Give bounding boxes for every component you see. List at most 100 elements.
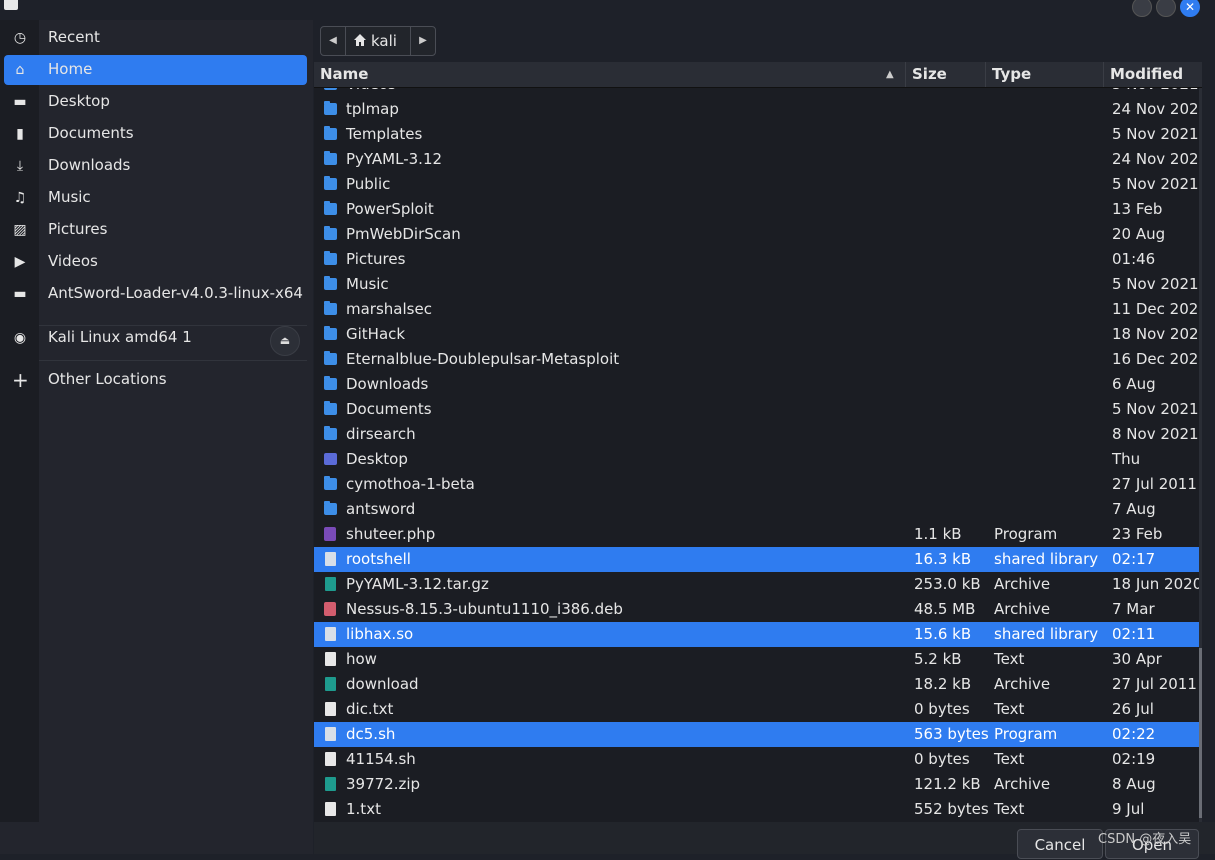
file-row[interactable]: cymothoa-1-beta 27 Jul 2011	[314, 472, 1202, 497]
file-modified: 02:11	[1112, 625, 1156, 643]
sidebar-item-label: Recent	[48, 28, 100, 46]
file-row[interactable]: 41154.sh 0 bytes Text 02:19	[314, 747, 1202, 772]
file-row[interactable]: tplmap 24 Nov 2021	[314, 97, 1202, 122]
file-row[interactable]: antsword 7 Aug	[314, 497, 1202, 522]
file-row[interactable]: GitHack 18 Nov 2021	[314, 322, 1202, 347]
path-forward-button[interactable]: ▶	[410, 27, 435, 55]
video-icon: ▶	[14, 254, 26, 270]
file-modified: 5 Nov 2021	[1112, 175, 1199, 193]
file-row[interactable]: Nessus-8.15.3-ubuntu1110_i386.deb 48.5 MB…	[314, 597, 1202, 622]
sidebar-item-recent[interactable]: ◷ Recent	[4, 23, 307, 53]
path-home-button[interactable]: kali	[347, 27, 403, 55]
file-modified: 30 Apr	[1112, 650, 1162, 668]
library-file-icon	[325, 727, 336, 741]
file-modified: 5 Nov 2021	[1112, 125, 1199, 143]
sidebar-device-kali-linux-amd64-1[interactable]: ◉ Kali Linux amd64 1	[4, 323, 307, 353]
file-row[interactable]: marshalsec 11 Dec 2021	[314, 297, 1202, 322]
file-modified: 8 Aug	[1112, 775, 1156, 793]
sidebar-item-label: Videos	[48, 252, 98, 270]
file-row[interactable]: Eternalblue-Doublepulsar-Metasploit 16 De…	[314, 347, 1202, 372]
file-row[interactable]: Documents 5 Nov 2021	[314, 397, 1202, 422]
file-row[interactable]: dc5.sh 563 bytes Program 02:22	[314, 722, 1202, 747]
column-type[interactable]: Type	[986, 62, 1104, 87]
file-row[interactable]: 39772.zip 121.2 kB Archive 8 Aug	[314, 772, 1202, 797]
file-row[interactable]: how 5.2 kB Text 30 Apr	[314, 647, 1202, 672]
file-row[interactable]: libhax.so 15.6 kB shared library 02:11	[314, 622, 1202, 647]
file-row[interactable]: dirsearch 8 Nov 2021	[314, 422, 1202, 447]
close-icon: ✕	[1184, 0, 1196, 14]
file-type: Archive	[994, 675, 1051, 693]
file-name: Eternalblue-Doublepulsar-Metasploit	[346, 350, 620, 368]
sidebar-item-other-locations[interactable]: + Other Locations	[4, 365, 307, 395]
sidebar-item-downloads[interactable]: ⤓ Downloads	[4, 151, 307, 181]
file-row[interactable]: Pictures 01:46	[314, 247, 1202, 272]
sidebar-item-label: Pictures	[48, 220, 108, 238]
sidebar-item-pictures[interactable]: ▨ Pictures	[4, 215, 307, 245]
file-size: 15.6 kB	[914, 625, 972, 643]
file-row[interactable]: PmWebDirScan 20 Aug	[314, 222, 1202, 247]
eject-button[interactable]: ⏏	[270, 326, 300, 356]
column-size[interactable]: Size	[906, 62, 986, 87]
sidebar-item-home[interactable]: ⌂ Home	[4, 55, 307, 85]
file-name: dic.txt	[346, 700, 394, 718]
folder-icon	[324, 226, 337, 240]
file-type: Program	[994, 525, 1058, 543]
scrollbar[interactable]	[1199, 88, 1202, 822]
file-type: Text	[994, 800, 1025, 818]
file-size: 563 bytes	[914, 725, 989, 743]
sidebar-item-antsword-loader-v4-0-3-linux-x64[interactable]: ▬ AntSword-Loader-v4.0.3-linux-x64	[4, 279, 307, 309]
file-name: 39772.zip	[346, 775, 421, 793]
file-name: Documents	[346, 400, 432, 418]
file-modified: 7 Aug	[1112, 500, 1156, 518]
sidebar-item-label: Music	[48, 188, 91, 206]
file-name: PyYAML-3.12.tar.gz	[346, 575, 489, 593]
file-type: Text	[994, 700, 1025, 718]
eject-icon: ⏏	[279, 334, 291, 347]
file-modified: 7 Mar	[1112, 600, 1155, 618]
document-icon: ▮	[16, 126, 24, 142]
file-row[interactable]: 1.txt 552 bytes Text 9 Jul	[314, 797, 1202, 822]
file-row[interactable]: dic.txt 0 bytes Text 26 Jul	[314, 697, 1202, 722]
file-row[interactable]: shuteer.php 1.1 kB Program 23 Feb	[314, 522, 1202, 547]
file-name: download	[346, 675, 419, 693]
path-back-button[interactable]: ◀	[321, 27, 346, 55]
file-modified: 6 Aug	[1112, 375, 1156, 393]
php-file-icon	[324, 527, 336, 541]
sidebar-item-desktop[interactable]: ▬ Desktop	[4, 87, 307, 117]
sidebar-item-documents[interactable]: ▮ Documents	[4, 119, 307, 149]
archive-icon	[325, 577, 336, 591]
minimize-button[interactable]	[1132, 0, 1152, 17]
chevron-right-icon: ▶	[419, 35, 427, 46]
file-row[interactable]: PowerSploit 13 Feb	[314, 197, 1202, 222]
close-button[interactable]: ✕	[1180, 0, 1200, 17]
file-row[interactable]: Music 5 Nov 2021	[314, 272, 1202, 297]
sidebar-item-label: Desktop	[48, 92, 110, 110]
file-name: Pictures	[346, 250, 406, 268]
file-row[interactable]: rootshell 16.3 kB shared library 02:17	[314, 547, 1202, 572]
file-modified: 5 Nov 2021	[1112, 400, 1199, 418]
file-size: 5.2 kB	[914, 650, 962, 668]
file-row[interactable]: PyYAML-3.12.tar.gz 253.0 kB Archive 18 Jun …	[314, 572, 1202, 597]
file-row[interactable]: Downloads 6 Aug	[314, 372, 1202, 397]
file-row[interactable]: download 18.2 kB Archive 27 Jul 2011	[314, 672, 1202, 697]
sidebar-item-videos[interactable]: ▶ Videos	[4, 247, 307, 277]
file-name: Nessus-8.15.3-ubuntu1110_i386.deb	[346, 600, 623, 618]
file-size: 253.0 kB	[914, 575, 981, 593]
file-type: Archive	[994, 775, 1051, 793]
sidebar-item-music[interactable]: ♫ Music	[4, 183, 307, 213]
sidebar-item-label: Downloads	[48, 156, 131, 174]
file-size: 552 bytes	[914, 800, 989, 818]
file-row[interactable]: Desktop Thu	[314, 447, 1202, 472]
cancel-button[interactable]: Cancel	[1017, 829, 1103, 859]
file-name: 1.txt	[346, 800, 381, 818]
maximize-button[interactable]	[1156, 0, 1176, 17]
file-name: Music	[346, 275, 389, 293]
file-row[interactable]: Templates 5 Nov 2021	[314, 122, 1202, 147]
column-name[interactable]: Name ▲	[314, 62, 906, 87]
music-icon: ♫	[13, 190, 27, 206]
scrollbar-thumb[interactable]	[1199, 648, 1202, 818]
file-row[interactable]: Public 5 Nov 2021	[314, 172, 1202, 197]
file-list[interactable]: Videos5 Nov 2021tplmap24 Nov 2021Templat…	[314, 62, 1202, 822]
file-row[interactable]: PyYAML-3.12 24 Nov 2021	[314, 147, 1202, 172]
column-modified[interactable]: Modified	[1104, 62, 1202, 87]
